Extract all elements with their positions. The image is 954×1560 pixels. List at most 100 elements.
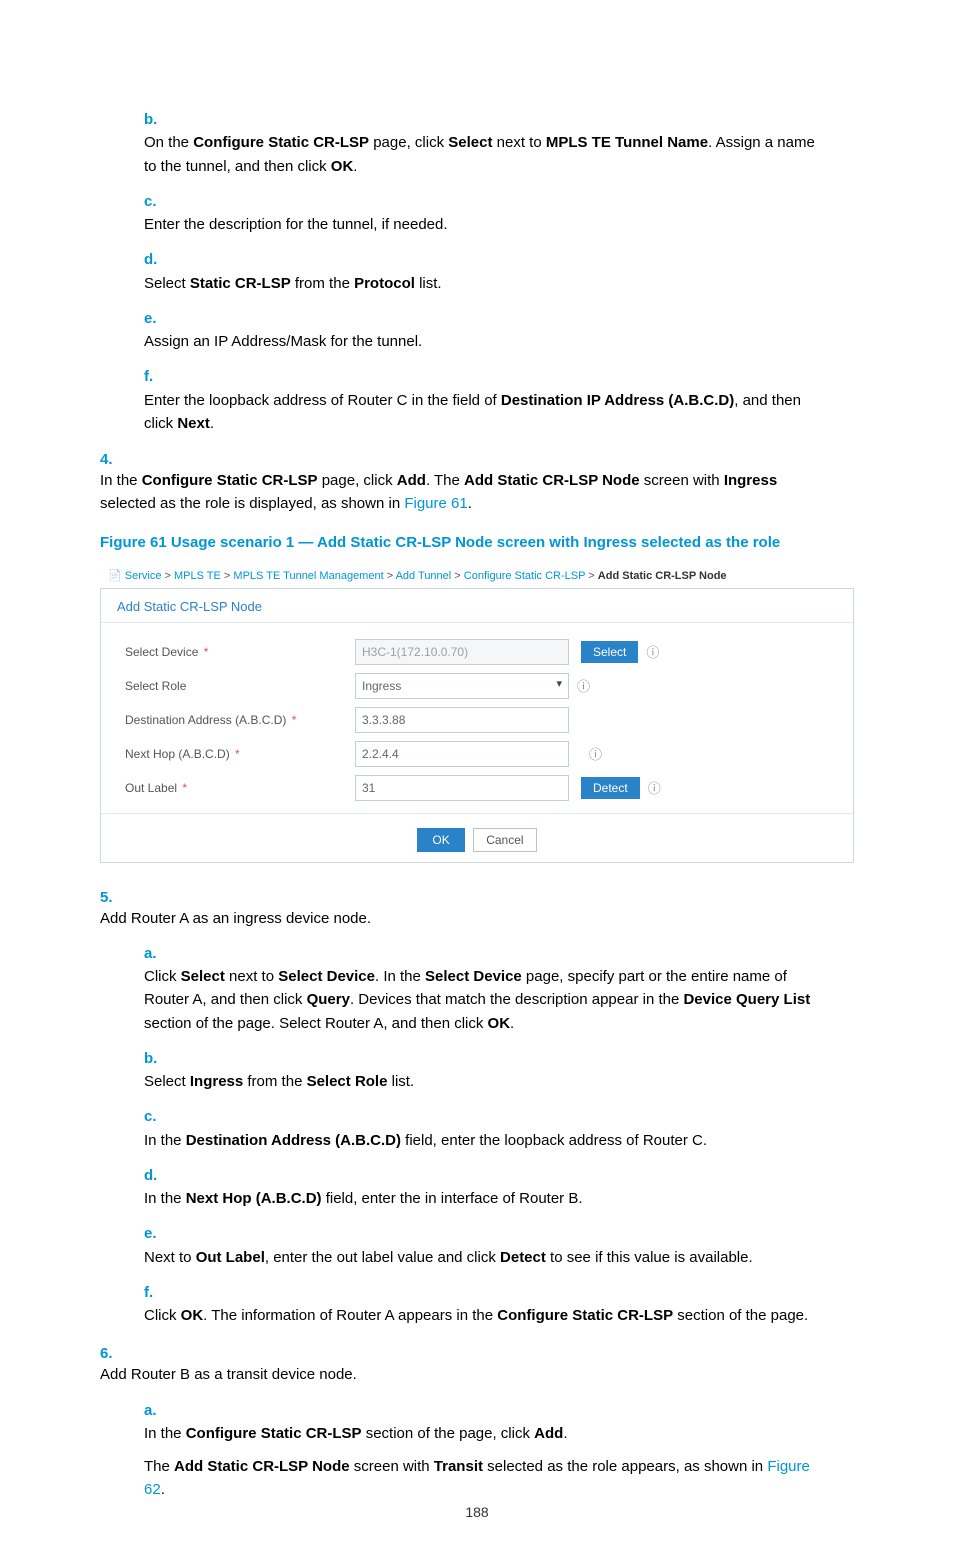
help-icon[interactable]: ⓘ <box>646 642 660 661</box>
row-next-hop: Next Hop (A.B.C.D) * 2.2.4.4 ⓘ <box>125 737 829 771</box>
txt: . The <box>426 472 464 489</box>
help-icon[interactable]: ⓘ <box>577 676 591 695</box>
required-star: * <box>182 781 187 795</box>
txt: . In the <box>375 968 425 985</box>
txt: screen with <box>350 1458 434 1475</box>
txt: Click <box>144 968 181 985</box>
marker: e. <box>144 307 170 330</box>
row-destination: Destination Address (A.B.C.D) * 3.3.3.88 <box>125 703 829 737</box>
label-text: Next Hop (A.B.C.D) <box>125 747 230 761</box>
txt: . <box>563 1425 567 1442</box>
bold: Add <box>534 1425 563 1442</box>
sep: > <box>585 570 598 582</box>
panel-title: Add Static CR-LSP Node <box>101 589 853 623</box>
marker: b. <box>144 108 170 131</box>
step-5d: d. In the Next Hop (A.B.C.D) field, ente… <box>144 1164 854 1211</box>
txt: screen with <box>640 472 724 489</box>
txt: . <box>468 495 472 512</box>
nexthop-input[interactable]: 2.2.4.4 <box>355 741 569 767</box>
step-5b: b. Select Ingress from the Select Role l… <box>144 1047 854 1094</box>
role-select[interactable]: Ingress <box>355 673 569 699</box>
step-5-body: Add Router A as an ingress device node. <box>100 907 806 930</box>
txt: In the <box>144 1190 186 1207</box>
step-4: 4. In the Configure Static CR-LSP page, … <box>100 451 854 516</box>
txt: . The information of Router A appears in… <box>203 1307 497 1324</box>
outlabel-input[interactable]: 31 <box>355 775 569 801</box>
sub-d: d. Select Static CR-LSP from the Protoco… <box>144 248 854 295</box>
sub-e-body: Assign an IP Address/Mask for the tunnel… <box>144 330 824 353</box>
crumb: Add Tunnel <box>396 570 452 582</box>
required-star: * <box>292 713 297 727</box>
txt: . <box>210 415 214 432</box>
txt: from the <box>243 1073 306 1090</box>
txt: , enter the out label value and click <box>265 1249 500 1266</box>
panel-body: Select Device * H3C-1(172.10.0.70) Selec… <box>101 623 853 813</box>
crumb: Configure Static CR-LSP <box>464 570 585 582</box>
txt: to see if this value is available. <box>546 1249 753 1266</box>
crumb: MPLS TE <box>174 570 221 582</box>
bold: Select Device <box>278 968 375 985</box>
cancel-button[interactable]: Cancel <box>473 828 536 852</box>
step-6-body: Add Router B as a transit device node. <box>100 1363 806 1386</box>
bold: Add Static CR-LSP Node <box>464 472 640 489</box>
bold: Configure Static CR-LSP <box>186 1425 362 1442</box>
label-text: Destination Address (A.B.C.D) <box>125 713 286 727</box>
label-text: Select Device <box>125 645 198 659</box>
body: In the Next Hop (A.B.C.D) field, enter t… <box>144 1187 824 1210</box>
marker: b. <box>144 1047 170 1070</box>
bold: Next Hop (A.B.C.D) <box>186 1190 322 1207</box>
step-6a: a. In the Configure Static CR-LSP sectio… <box>144 1399 854 1502</box>
main-steps: 4. In the Configure Static CR-LSP page, … <box>100 451 854 516</box>
breadcrumb-icon: 📄 <box>108 570 125 582</box>
txt: selected as the role appears, as shown i… <box>483 1458 767 1475</box>
marker: 5. <box>100 889 144 906</box>
marker: 4. <box>100 451 144 468</box>
figure-ref-61[interactable]: Figure 61 <box>404 495 467 512</box>
sub-c-body: Enter the description for the tunnel, if… <box>144 213 824 236</box>
bold: Protocol <box>354 275 415 292</box>
ok-button[interactable]: OK <box>417 828 464 852</box>
label: Destination Address (A.B.C.D) * <box>125 713 355 727</box>
marker: c. <box>144 190 170 213</box>
step-6: 6. Add Router B as a transit device node… <box>100 1345 854 1501</box>
txt: field, enter the loopback address of Rou… <box>401 1132 707 1149</box>
bold: Static CR-LSP <box>190 275 291 292</box>
sub-b: b. On the Configure Static CR-LSP page, … <box>144 108 854 178</box>
help-icon[interactable]: ⓘ <box>589 744 603 763</box>
marker: c. <box>144 1105 170 1128</box>
marker: f. <box>144 1281 170 1304</box>
bold: Ingress <box>190 1073 243 1090</box>
body: In the Destination Address (A.B.C.D) fie… <box>144 1129 824 1152</box>
sub-d-body: Select Static CR-LSP from the Protocol l… <box>144 272 824 295</box>
marker: 6. <box>100 1345 144 1362</box>
row-out-label: Out Label * 31 Detect ⓘ <box>125 771 829 805</box>
help-icon[interactable]: ⓘ <box>648 778 662 797</box>
txt: list. <box>415 275 442 292</box>
marker: e. <box>144 1222 170 1245</box>
bold: Next <box>177 415 210 432</box>
sep: > <box>161 570 174 582</box>
bold: Detect <box>500 1249 546 1266</box>
bold: Select Device <box>425 968 522 985</box>
sep: > <box>384 570 396 582</box>
select-button[interactable]: Select <box>581 641 638 663</box>
step-6-substeps: a. In the Configure Static CR-LSP sectio… <box>144 1399 854 1502</box>
txt: from the <box>291 275 354 292</box>
bold: Select <box>448 134 492 151</box>
step-5f: f. Click OK. The information of Router A… <box>144 1281 854 1328</box>
bold: Transit <box>434 1458 483 1475</box>
detect-button[interactable]: Detect <box>581 777 640 799</box>
sub-b-body: On the Configure Static CR-LSP page, cli… <box>144 131 824 178</box>
marker: a. <box>144 942 170 965</box>
row-select-role: Select Role Ingress ⓘ <box>125 669 829 703</box>
label: Select Device * <box>125 645 355 659</box>
bold: Out Label <box>196 1249 265 1266</box>
sub-f-body: Enter the loopback address of Router C i… <box>144 389 824 436</box>
destination-input[interactable]: 3.3.3.88 <box>355 707 569 733</box>
body: Click OK. The information of Router A ap… <box>144 1304 824 1327</box>
sub-f: f. Enter the loopback address of Router … <box>144 365 854 435</box>
txt: In the <box>144 1425 186 1442</box>
substeps-top: b. On the Configure Static CR-LSP page, … <box>144 108 854 435</box>
bold: Add Static CR-LSP Node <box>174 1458 350 1475</box>
crumb: Service <box>125 570 162 582</box>
